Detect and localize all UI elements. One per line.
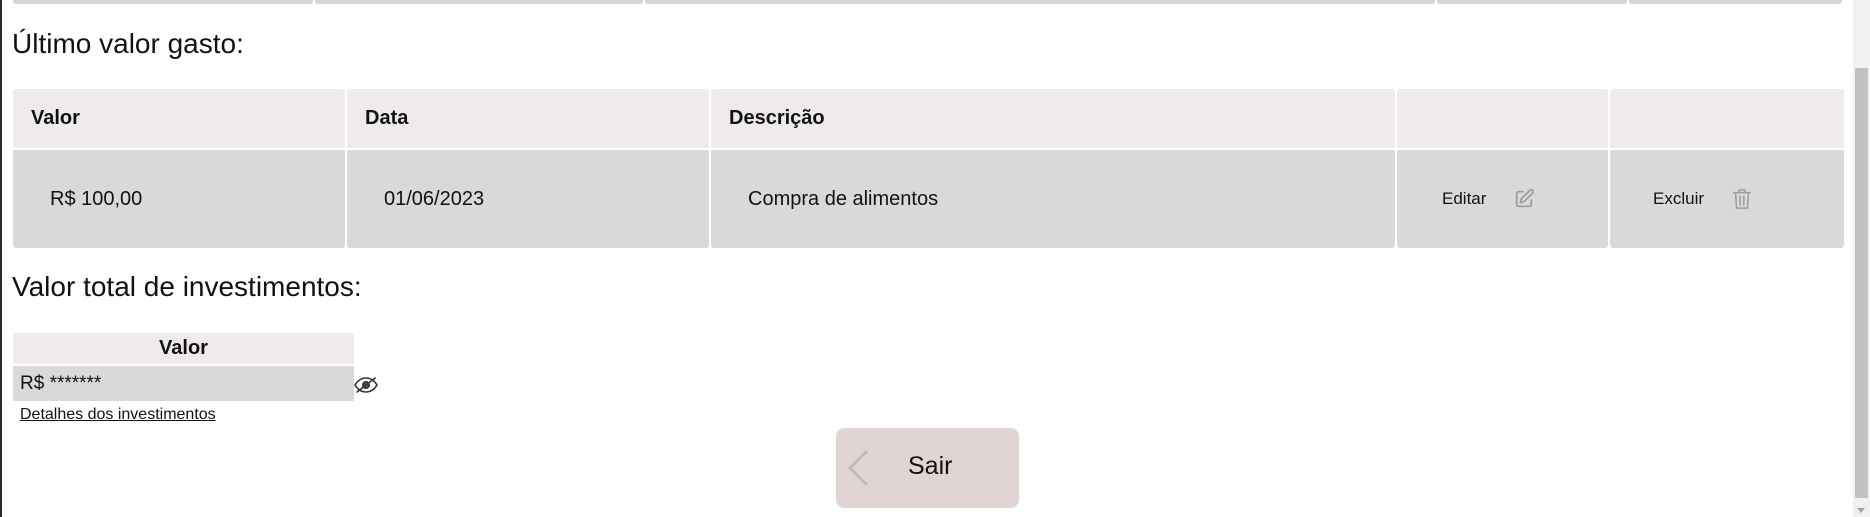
scrollbar-thumb[interactable] — [1855, 68, 1868, 498]
investments-table: Valor R$ ******* — [13, 333, 354, 401]
vertical-scrollbar[interactable] — [1853, 0, 1870, 517]
column-header-data: Data — [347, 89, 709, 148]
last-expense-table: Valor Data Descrição R$ 100,00 01/06/202… — [13, 89, 1844, 248]
pencil-square-icon — [1512, 187, 1536, 211]
column-header-edit — [1397, 89, 1608, 148]
column-header-delete — [1610, 89, 1844, 148]
investment-details-link[interactable]: Detalhes dos investimentos — [20, 406, 216, 424]
investments-title: Valor total de investimentos: — [12, 271, 362, 302]
cell-valor: R$ 100,00 — [13, 150, 345, 248]
page: Último valor gasto: Valor Data Descrição… — [0, 0, 1870, 517]
scroll-down-arrow-icon[interactable] — [1857, 508, 1865, 513]
column-header-valor: Valor — [13, 89, 345, 148]
exit-button[interactable]: Sair — [836, 428, 1019, 508]
delete-button[interactable]: Excluir — [1610, 150, 1844, 248]
cell-descricao: Compra de alimentos — [711, 150, 1395, 248]
cell-data: 01/06/2023 — [347, 150, 709, 248]
column-header-descricao: Descrição — [711, 89, 1395, 148]
investments-total-value: R$ ******* — [13, 366, 354, 401]
last-expense-title: Último valor gasto: — [12, 28, 244, 59]
delete-button-label: Excluir — [1653, 189, 1705, 208]
previous-table-bottom-edge — [13, 0, 1842, 4]
window-left-border — [0, 0, 2, 517]
toggle-visibility-button[interactable] — [353, 376, 379, 398]
eye-slash-icon — [353, 376, 379, 399]
edit-button-label: Editar — [1442, 189, 1487, 208]
trash-icon — [1730, 187, 1754, 211]
investments-column-header-valor: Valor — [13, 333, 354, 364]
chevron-left-icon — [844, 448, 874, 488]
exit-button-label: Sair — [908, 452, 953, 480]
edit-button[interactable]: Editar — [1397, 150, 1608, 248]
